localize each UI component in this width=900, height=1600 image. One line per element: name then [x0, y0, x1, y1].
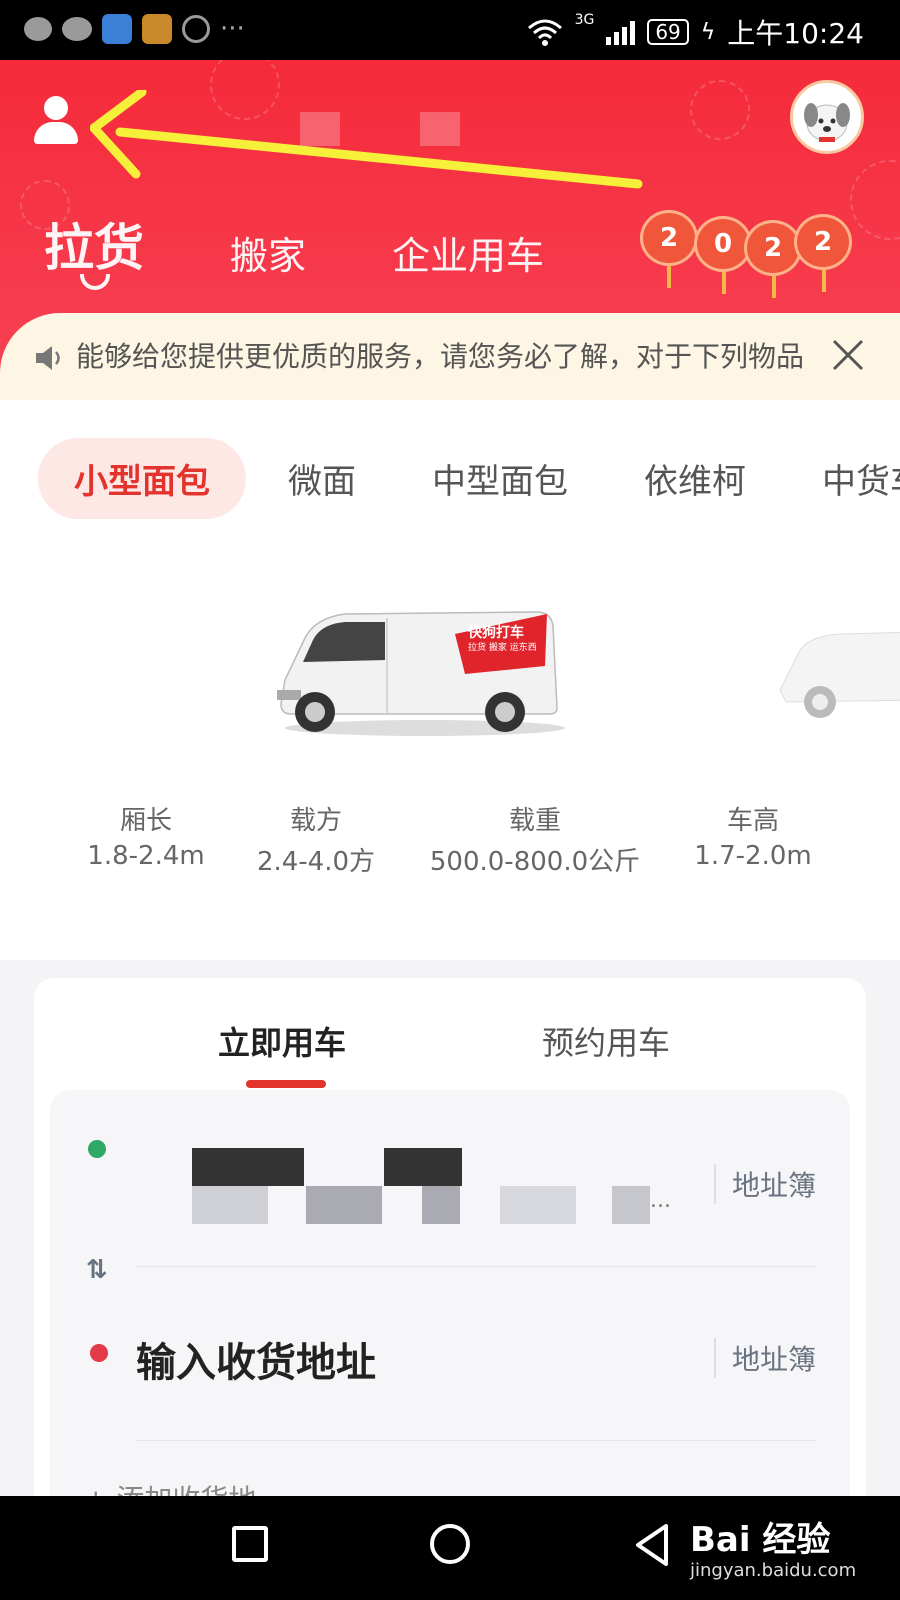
- spec-cargo-volume: 载方 2.4-4.0方: [248, 800, 384, 878]
- app-notification-icon: [142, 14, 172, 44]
- active-tab-indicator: [80, 274, 110, 290]
- spec-label: 载重: [508, 806, 561, 836]
- spec-load-weight: 载重 500.0-800.0公斤: [420, 800, 650, 878]
- status-right: 3G 69 ϟ 上午10:24: [527, 12, 864, 52]
- network-type: 3G: [574, 12, 595, 28]
- blurred-address: [306, 1186, 382, 1224]
- spec-value: 1.7-2.0m: [694, 841, 812, 871]
- browser-icon: [102, 14, 132, 44]
- blurred-area: [300, 112, 340, 146]
- tab-moving[interactable]: 搬家: [230, 225, 306, 280]
- spec-label: 车高: [726, 806, 779, 836]
- back-button[interactable]: [632, 1522, 672, 1568]
- address-ellipsis: ...: [650, 1188, 671, 1213]
- active-tab-underline: [246, 1080, 326, 1088]
- wechat-icon: [62, 17, 92, 41]
- user-icon-head: [44, 96, 68, 120]
- lantern: 2: [640, 210, 698, 266]
- wifi-icon: [527, 19, 562, 46]
- avatar[interactable]: [790, 80, 864, 154]
- blurred-address: [192, 1186, 268, 1224]
- clock: 上午10:24: [727, 17, 864, 50]
- order-type-tabs: 立即用车 预约用车: [34, 1018, 866, 1078]
- charging-icon: ϟ: [700, 19, 716, 45]
- user-profile-button[interactable]: [30, 96, 84, 150]
- notification-icons: ···: [24, 14, 245, 44]
- lantern: 2: [744, 220, 802, 276]
- swap-addresses-icon[interactable]: ⇅: [86, 1255, 108, 1285]
- vehicle-type-tabs: 小型面包 微面 中型面包 依维柯 中货车: [38, 438, 900, 519]
- baidu-watermark-logo: Bai 经验: [690, 1520, 831, 1560]
- more-notifications: ···: [220, 14, 245, 44]
- dog-mascot-icon: [804, 103, 850, 142]
- lantern-tassel: [667, 266, 671, 288]
- tab-enterprise[interactable]: 企业用车: [392, 225, 544, 280]
- lantern-tassel: [822, 270, 826, 292]
- spec-vehicle-height: 车高 1.7-2.0m: [690, 800, 816, 871]
- tab-reserve[interactable]: 预约用车: [542, 1018, 670, 1064]
- lantern-tassel: [772, 276, 776, 298]
- battery-indicator: 69: [647, 19, 689, 45]
- dropoff-dot: [90, 1344, 108, 1362]
- notice-bar[interactable]: 能够给您提供更优质的服务，请您务必了解，对于下列物品: [0, 313, 900, 401]
- spec-value: 500.0-800.0公斤: [429, 847, 641, 877]
- blurred-area: [420, 112, 460, 146]
- blurred-address: [500, 1186, 576, 1224]
- spec-label: 厢长: [119, 806, 172, 836]
- recent-apps-button[interactable]: [232, 1526, 268, 1562]
- blurred-address: [192, 1148, 304, 1186]
- user-icon-body: [34, 122, 78, 144]
- vehicle-tab-micro-van[interactable]: 微面: [288, 454, 356, 503]
- pickup-dot: [88, 1140, 106, 1158]
- next-vehicle-preview[interactable]: [780, 620, 900, 720]
- pickup-address-book-button[interactable]: 地址簿: [714, 1164, 816, 1204]
- notice-text: 能够给您提供更优质的服务，请您务必了解，对于下列物品: [76, 340, 805, 373]
- spec-label: 载方: [289, 806, 342, 836]
- hand-icon: [182, 15, 210, 43]
- firework-decoration: [690, 80, 750, 140]
- tab-freight[interactable]: 拉货: [44, 208, 144, 290]
- system-nav-bar: Bai 经验 jingyan.baidu.com: [0, 1496, 900, 1600]
- dropoff-address-book-button[interactable]: 地址簿: [714, 1338, 816, 1378]
- van-logo-slogan: 拉货 搬家 运东西: [468, 643, 537, 653]
- firework-decoration: [850, 160, 900, 240]
- pickup-address-field[interactable]: ...: [136, 1148, 676, 1224]
- blurred-address: [384, 1148, 462, 1186]
- baidu-watermark-url: jingyan.baidu.com: [690, 1560, 857, 1581]
- message-icon: [24, 17, 52, 41]
- spec-cargo-length: 厢长 1.8-2.4m: [86, 800, 206, 871]
- lantern: 2: [794, 214, 852, 270]
- dropoff-address-input[interactable]: 输入收货地址: [136, 1330, 376, 1388]
- vehicle-tab-medium-van[interactable]: 中型面包: [432, 454, 568, 503]
- tab-use-now[interactable]: 立即用车: [218, 1018, 346, 1064]
- vehicle-selector: 小型面包 微面 中型面包 依维柯 中货车 快狗打车 拉货 搬家 运东西 厢长 1…: [0, 400, 900, 960]
- spec-value: 1.8-2.4m: [87, 841, 205, 871]
- tab-label: 拉货: [44, 219, 144, 277]
- vehicle-tab-medium-truck[interactable]: 中货车: [822, 454, 900, 503]
- divider: [136, 1266, 816, 1267]
- lantern-tassel: [722, 272, 726, 294]
- close-icon[interactable]: [830, 337, 866, 373]
- vehicle-tab-iveco[interactable]: 依维柯: [644, 454, 746, 503]
- divider: [136, 1440, 816, 1441]
- top-tabs: 拉货 搬家 企业用车: [44, 208, 630, 290]
- yellow-arrow-annotation: [90, 90, 643, 189]
- van-logo-name: 快狗打车: [468, 625, 524, 641]
- status-bar: ··· 3G 69 ϟ 上午10:24: [0, 0, 900, 60]
- home-button[interactable]: [430, 1524, 470, 1564]
- vehicle-tab-small-van[interactable]: 小型面包: [38, 438, 246, 519]
- signal-icon: [606, 19, 636, 45]
- blurred-address: [422, 1186, 460, 1224]
- blurred-address: [612, 1186, 650, 1224]
- spec-value: 2.4-4.0方: [256, 847, 376, 877]
- van-image[interactable]: [275, 590, 575, 740]
- speaker-icon: [36, 346, 60, 370]
